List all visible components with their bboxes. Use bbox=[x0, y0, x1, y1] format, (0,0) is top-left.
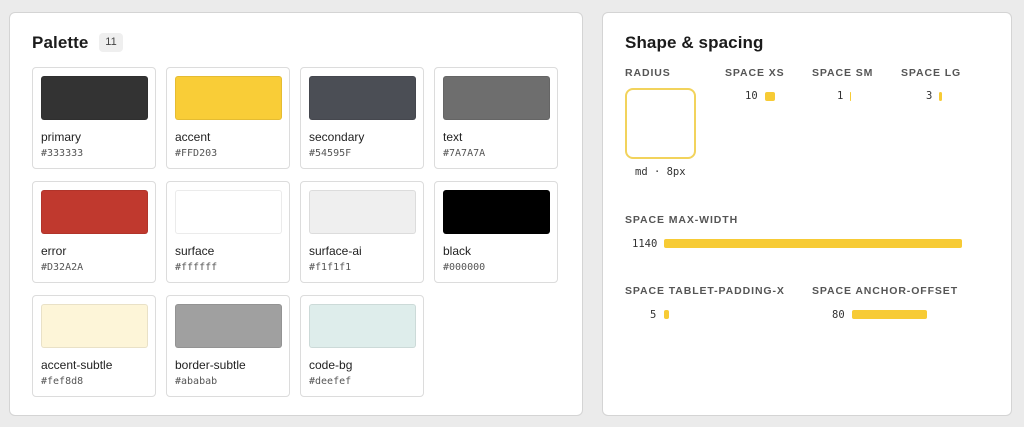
swatch-card-accent: accent #FFD203 bbox=[166, 67, 290, 169]
swatch-card-error: error #D32A2A bbox=[32, 181, 156, 283]
space-tablet-padding-x-value: 5 bbox=[650, 309, 657, 321]
space-max-width-bar bbox=[664, 239, 962, 248]
swatch-color-surface-ai bbox=[309, 190, 416, 234]
swatch-name: border-subtle bbox=[175, 358, 246, 372]
swatch-name: primary bbox=[41, 130, 82, 144]
swatch-card-text: text #7A7A7A bbox=[434, 67, 558, 169]
swatch-hex: #ffffff bbox=[175, 262, 218, 273]
swatch-hex: #f1f1f1 bbox=[309, 262, 352, 273]
swatch-hex: #deefef bbox=[309, 376, 352, 387]
swatch-color-border-subtle bbox=[175, 304, 282, 348]
swatch-color-primary bbox=[41, 76, 148, 120]
space-xs-label: SPACE XS bbox=[725, 67, 785, 79]
swatch-name: surface bbox=[175, 244, 215, 258]
swatch-hex: #000000 bbox=[443, 262, 486, 273]
swatch-color-accent-subtle bbox=[41, 304, 148, 348]
space-lg-label: SPACE LG bbox=[901, 67, 962, 79]
swatch-card-border-subtle: border-subtle #ababab bbox=[166, 295, 290, 397]
swatch-hex: #fef8d8 bbox=[41, 376, 84, 387]
swatch-card-code-bg: code-bg #deefef bbox=[300, 295, 424, 397]
radius-caption: md · 8px bbox=[635, 166, 686, 178]
space-sm-value: 1 bbox=[837, 90, 844, 102]
palette-panel: Palette 11 primary #333333 accent #FFD203 se… bbox=[9, 12, 583, 416]
swatch-card-secondary: secondary #54595F bbox=[300, 67, 424, 169]
swatch-color-accent bbox=[175, 76, 282, 120]
swatch-name: secondary bbox=[309, 130, 365, 144]
shape-spacing-title: Shape & spacing bbox=[625, 33, 764, 52]
palette-title: Palette bbox=[32, 33, 89, 52]
swatch-name: black bbox=[443, 244, 472, 258]
swatch-card-surface: surface #ffffff bbox=[166, 181, 290, 283]
space-lg-value: 3 bbox=[926, 90, 933, 102]
swatch-name: surface-ai bbox=[309, 244, 362, 258]
swatch-name: error bbox=[41, 244, 67, 258]
swatch-color-secondary bbox=[309, 76, 416, 120]
radius-preview bbox=[625, 88, 696, 159]
space-xs-value: 10 bbox=[745, 90, 758, 102]
space-lg-bar bbox=[939, 92, 942, 101]
swatch-name: code-bg bbox=[309, 358, 353, 372]
space-tablet-padding-x-bar bbox=[664, 310, 669, 319]
swatch-card-surface-ai: surface-ai #f1f1f1 bbox=[300, 181, 424, 283]
swatch-card-black: black #000000 bbox=[434, 181, 558, 283]
space-sm-label: SPACE SM bbox=[812, 67, 874, 79]
space-anchor-offset-bar bbox=[852, 310, 927, 319]
shape-spacing-panel: Shape & spacing RADIUS md · 8px SPACE XS… bbox=[602, 12, 1012, 416]
swatch-name: text bbox=[443, 130, 463, 144]
radius-label: RADIUS bbox=[625, 67, 671, 79]
space-max-width-label: SPACE MAX-WIDTH bbox=[625, 214, 739, 226]
swatch-grid: primary #333333 accent #FFD203 secondary #545… bbox=[32, 67, 558, 397]
swatch-name: accent bbox=[175, 130, 211, 144]
space-sm-bar bbox=[850, 92, 851, 101]
swatch-color-surface bbox=[175, 190, 282, 234]
swatch-hex: #ababab bbox=[175, 376, 218, 387]
swatch-name: accent-subtle bbox=[41, 358, 113, 372]
palette-count-badge: 11 bbox=[99, 33, 123, 52]
swatch-color-text bbox=[443, 76, 550, 120]
swatch-hex: #7A7A7A bbox=[443, 148, 486, 159]
swatch-hex: #54595F bbox=[309, 148, 352, 159]
swatch-hex: #D32A2A bbox=[41, 262, 84, 273]
swatch-color-error bbox=[41, 190, 148, 234]
swatch-hex: #333333 bbox=[41, 148, 84, 159]
swatch-color-code-bg bbox=[309, 304, 416, 348]
swatch-card-accent-subtle: accent-subtle #fef8d8 bbox=[32, 295, 156, 397]
space-anchor-offset-label: SPACE ANCHOR-OFFSET bbox=[812, 285, 959, 297]
space-max-width-value: 1140 bbox=[632, 238, 658, 250]
space-tablet-padding-x-label: SPACE TABLET-PADDING-X bbox=[625, 285, 785, 297]
space-anchor-offset-value: 80 bbox=[832, 309, 845, 321]
swatch-color-black bbox=[443, 190, 550, 234]
swatch-card-primary: primary #333333 bbox=[32, 67, 156, 169]
swatch-hex: #FFD203 bbox=[175, 148, 218, 159]
space-xs-bar bbox=[765, 92, 775, 101]
